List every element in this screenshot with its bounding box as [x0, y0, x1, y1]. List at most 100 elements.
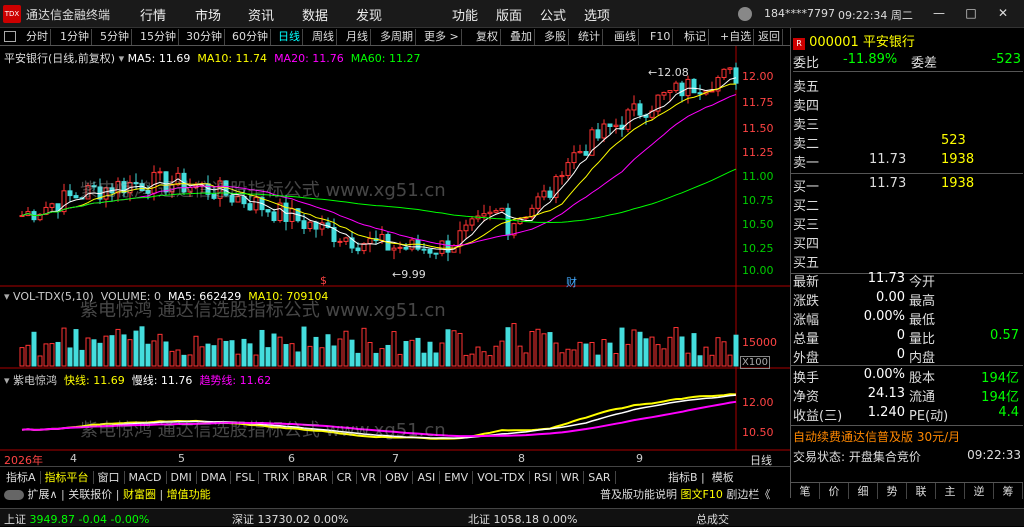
stat-label: 涨跌: [793, 294, 820, 309]
quote-tab-3[interactable]: 势: [878, 483, 907, 499]
period-daily[interactable]: 日线: [276, 29, 303, 45]
quote-tab-7[interactable]: 筹: [994, 483, 1023, 499]
tab-11[interactable]: OBV: [381, 471, 414, 484]
quote-tab-6[interactable]: 逆: [965, 483, 994, 499]
period-1min[interactable]: 1分钟: [58, 29, 92, 45]
close-icon[interactable]: ✕: [992, 6, 1014, 20]
tab-8[interactable]: BRAR: [293, 471, 333, 484]
menu-data[interactable]: 数据: [302, 5, 328, 24]
stat-row: 净资 24.13 流通 194亿: [793, 386, 1021, 405]
menu-news[interactable]: 资讯: [248, 5, 274, 24]
period-monthly[interactable]: 月线: [344, 29, 371, 45]
period-tick[interactable]: 分时: [24, 29, 51, 45]
tab-17[interactable]: SAR: [584, 471, 616, 484]
tab-15[interactable]: RSI: [529, 471, 557, 484]
tab-12[interactable]: ASI: [413, 471, 441, 484]
tab-indicator-b[interactable]: 指标B: [668, 471, 698, 484]
maximize-icon[interactable]: □: [960, 6, 982, 20]
menu-functions[interactable]: 功能: [452, 5, 478, 24]
tab-value-added[interactable]: 增值功能: [167, 488, 211, 501]
volume-bar: [403, 341, 409, 367]
period-5min[interactable]: 5分钟: [98, 29, 132, 45]
volume-bar: [391, 331, 397, 367]
period-more[interactable]: 更多 >: [422, 29, 462, 45]
volume-bar: [607, 342, 613, 367]
order-label: 卖一: [793, 156, 820, 171]
r-icon[interactable]: R: [793, 38, 805, 50]
volume-bar: [613, 352, 619, 367]
stat-row: 总量 0 量比 0.57: [793, 328, 1021, 347]
tab-4[interactable]: DMI: [166, 471, 197, 484]
tool-f10[interactable]: F10: [648, 29, 674, 45]
period-multi[interactable]: 多周期: [378, 29, 416, 45]
tab-1[interactable]: 指标平台: [40, 471, 94, 484]
volume-bar: [541, 333, 547, 367]
tab-13[interactable]: EMV: [440, 471, 474, 484]
tool-back[interactable]: 返回: [756, 29, 783, 45]
candle-body: [493, 210, 499, 213]
menu-market-quotes[interactable]: 行情: [140, 5, 166, 24]
volume-bar: [499, 340, 505, 367]
tab-related-quote[interactable]: 关联报价: [68, 488, 112, 501]
volume-bar: [727, 354, 733, 367]
menu-options[interactable]: 选项: [584, 5, 610, 24]
minimize-icon[interactable]: —: [928, 6, 950, 20]
tool-multi-stock[interactable]: 多股: [542, 29, 569, 45]
quote-tab-4[interactable]: 联: [907, 483, 936, 499]
toggle-icon[interactable]: [4, 490, 24, 500]
period-60min[interactable]: 60分钟: [230, 29, 271, 45]
menu-layout[interactable]: 版面: [496, 5, 522, 24]
finance-mark[interactable]: 财: [566, 274, 577, 290]
volume-bar: [685, 352, 691, 367]
tool-statistics[interactable]: 统计: [576, 29, 603, 45]
user-account[interactable]: 184****7797: [764, 7, 835, 20]
date-month-9: 9: [636, 452, 643, 465]
quote-tab-0[interactable]: 笔: [791, 483, 820, 499]
menu-discover[interactable]: 发现: [356, 5, 382, 24]
tab-10[interactable]: VR: [356, 471, 382, 484]
tab-5[interactable]: DMA: [196, 471, 232, 484]
sidebar-toggle[interactable]: 剧边栏《: [726, 488, 770, 501]
tab-0[interactable]: 指标A: [2, 471, 41, 484]
quote-tab-2[interactable]: 细: [849, 483, 878, 499]
avatar[interactable]: [738, 7, 752, 21]
period-30min[interactable]: 30分钟: [184, 29, 225, 45]
tab-14[interactable]: VOL-TDX: [473, 471, 530, 484]
period-15min[interactable]: 15分钟: [138, 29, 179, 45]
order-label: 卖五: [793, 80, 820, 95]
menu-market[interactable]: 市场: [195, 5, 221, 24]
menu-formula[interactable]: 公式: [540, 5, 566, 24]
grid-icon[interactable]: [4, 31, 16, 42]
promo-banner[interactable]: 自动续费通达信普及版 30元/月: [793, 428, 1023, 448]
order-row: 买四: [793, 233, 1021, 252]
help-link[interactable]: 普及版功能说明: [600, 488, 677, 501]
tab-7[interactable]: TRIX: [259, 471, 294, 484]
tab-expand[interactable]: 扩展∧: [28, 488, 58, 501]
chart-area[interactable]: 平安银行(日线,前复权) ▾ MA5: 11.69 MA10: 11.74 MA…: [0, 46, 790, 467]
tab-9[interactable]: CR: [332, 471, 357, 484]
trade-time: 09:22:33: [967, 448, 1021, 462]
tab-3[interactable]: MACD: [124, 471, 167, 484]
f10-link[interactable]: 图文F10: [681, 488, 723, 501]
period-weekly[interactable]: 周线: [310, 29, 337, 45]
dividend-mark[interactable]: $: [320, 274, 327, 287]
volume-bar: [73, 329, 79, 367]
stat-value-2: 4.4: [998, 405, 1019, 420]
status-bar: 上证 3949.87 -0.04 -0.00% 深证 13730.02 0.00…: [0, 508, 1024, 526]
tab-16[interactable]: WR: [556, 471, 585, 484]
tab-wealth-circle[interactable]: 财富圈: [123, 488, 156, 501]
quote-tab-5[interactable]: 主: [936, 483, 965, 499]
volume-bar: [271, 333, 277, 367]
tool-draw-line[interactable]: 画线: [612, 29, 639, 45]
tool-adjust[interactable]: 复权: [474, 29, 501, 45]
volume-bar: [433, 352, 439, 367]
tab-6[interactable]: FSL: [231, 471, 260, 484]
tab-template[interactable]: 模板: [712, 471, 734, 484]
candle-body: [625, 109, 631, 130]
tool-overlay[interactable]: 叠加: [508, 29, 535, 45]
quote-tab-1[interactable]: 价: [820, 483, 849, 499]
tool-mark[interactable]: 标记: [682, 29, 709, 45]
tab-2[interactable]: 窗口: [93, 471, 125, 484]
tool-add-watchlist[interactable]: +自选: [718, 29, 755, 45]
bj-pct: 0.00%: [542, 513, 578, 526]
